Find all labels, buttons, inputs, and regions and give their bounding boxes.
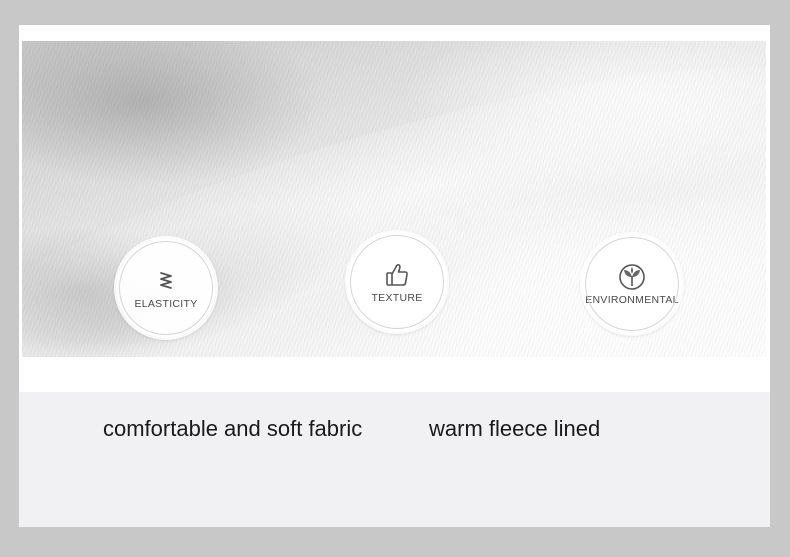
feature-badge-environmental: ENVIRONMENTAL [582, 234, 682, 334]
feature-label: ENVIRONMENTAL [585, 294, 679, 306]
leaf-sprout-icon [617, 262, 647, 292]
feature-label: TEXTURE [371, 292, 423, 304]
feature-badge-elasticity: ELASTICITY [116, 238, 216, 338]
caption-band [19, 392, 770, 527]
caption-fleece-lined: warm fleece lined [429, 416, 601, 441]
feature-badge-texture: TEXTURE [347, 232, 447, 332]
feature-label: ELASTICITY [134, 298, 198, 310]
thumbs-up-icon [382, 260, 412, 290]
product-detail-card: ELASTICITY TEXTURE ENVIRONMENTAL [19, 25, 770, 527]
caption-soft-fabric: comfortable and soft fabric [103, 416, 363, 441]
spring-zigzag-icon [151, 266, 181, 296]
